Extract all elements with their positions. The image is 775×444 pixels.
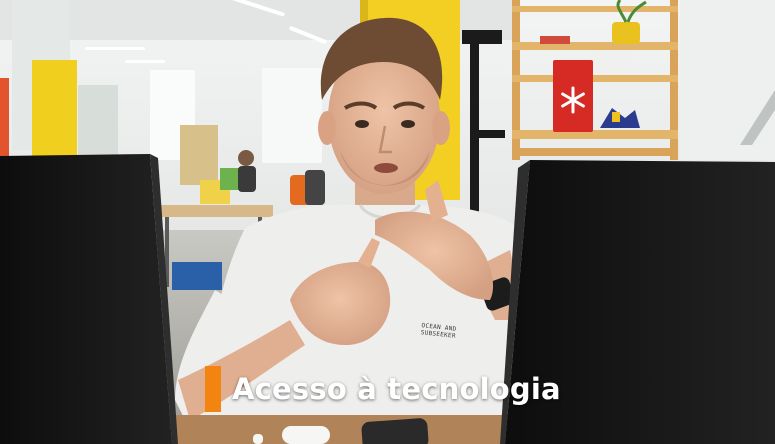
front-desk: [170, 415, 520, 444]
ceiling-light: [125, 60, 165, 63]
shelf-item: [540, 36, 570, 44]
poster: [0, 78, 9, 158]
earbud: [253, 434, 263, 444]
stand: [470, 30, 479, 220]
smartphone: [361, 418, 429, 444]
glass-cabinet: [78, 85, 118, 155]
ceiling-light: [85, 47, 145, 50]
window: [262, 68, 322, 163]
lower-third-caption: Acesso à tecnologia: [205, 366, 561, 412]
caption-text: Acesso à tecnologia: [232, 372, 561, 406]
yellow-pillar: [32, 60, 77, 160]
video-frame: OCEAN AND SUBSEEKER Acesso à tecnologia: [0, 0, 775, 444]
back-desk: [158, 205, 273, 217]
earbuds-case: [282, 426, 330, 444]
right-wall: [680, 0, 775, 160]
background-person: [238, 150, 254, 166]
red-snowflake-box: [553, 60, 593, 132]
caption-accent-bar: [205, 366, 221, 412]
blue-bin: [172, 262, 222, 290]
monitor-left: [0, 154, 172, 444]
chair: [305, 170, 325, 205]
pegboard: [180, 125, 218, 185]
yellow-pot: [612, 22, 640, 44]
shelf-item: [592, 50, 632, 74]
